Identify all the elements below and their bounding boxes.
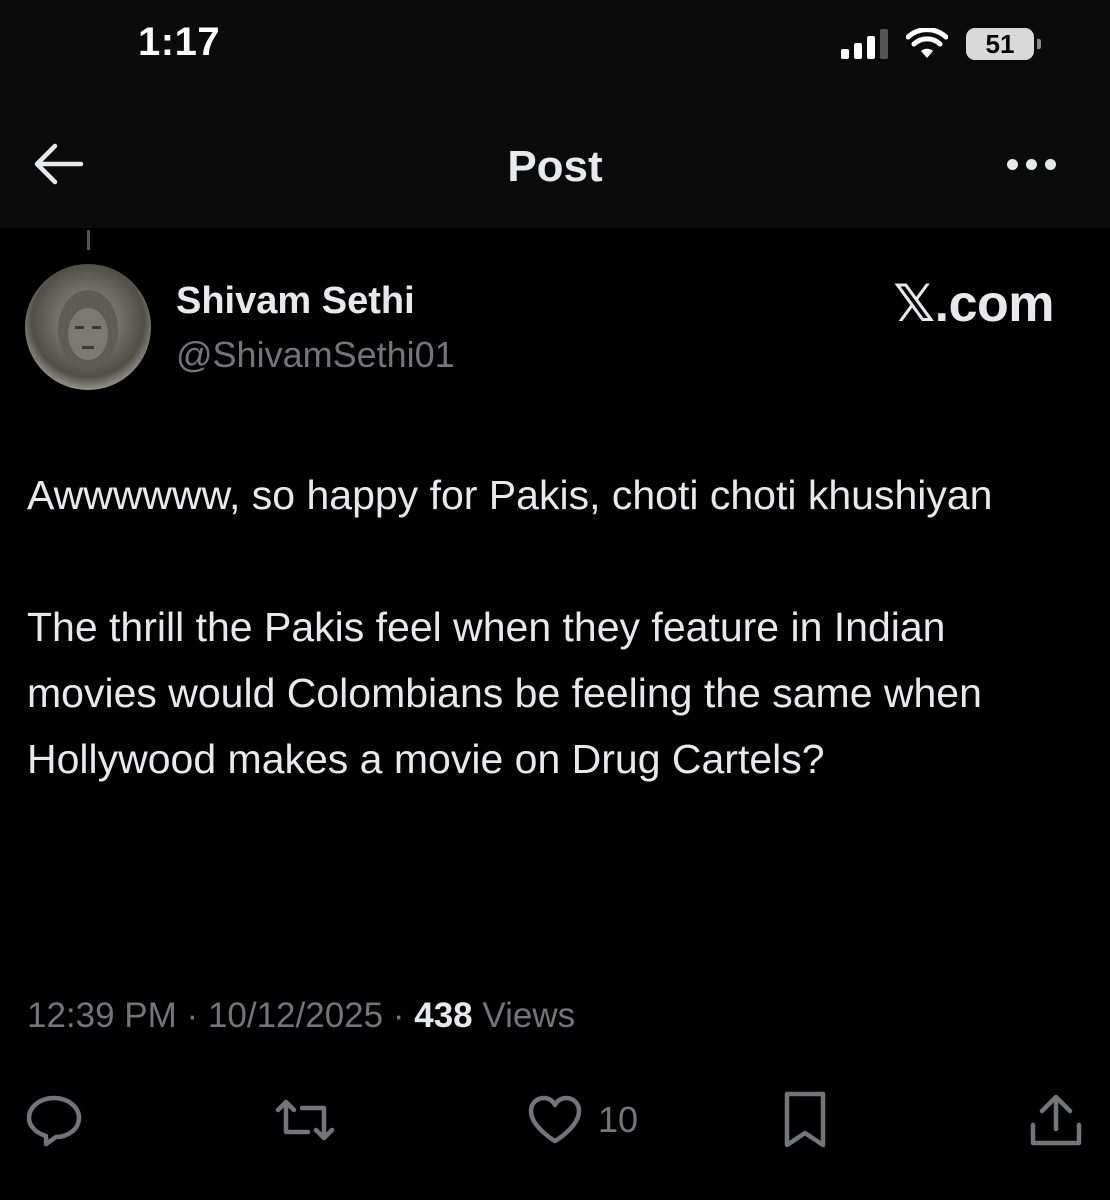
thread-line: [87, 230, 90, 250]
meta-separator: ·: [186, 996, 199, 1035]
author-handle[interactable]: @ShivamSethi01: [176, 334, 455, 376]
post-text: Awwwwww, so happy for Pakis, choti choti…: [27, 462, 1067, 792]
status-bar: 1:17 51: [0, 0, 1110, 100]
post-meta: 12:39 PM · 10/12/2025 · 438 Views: [27, 996, 575, 1036]
action-bar: 10: [0, 1080, 1110, 1160]
signal-icon: [841, 29, 888, 59]
avatar[interactable]: [25, 264, 151, 390]
status-time: 1:17: [138, 20, 221, 64]
meta-separator: ·: [392, 996, 405, 1035]
reply-button[interactable]: [24, 1080, 84, 1160]
repost-button[interactable]: [274, 1080, 336, 1160]
wifi-icon: [906, 28, 948, 58]
heart-icon: [528, 1095, 582, 1144]
views-label: Views: [482, 996, 576, 1035]
page-title: Post: [507, 142, 603, 191]
battery-icon: 51: [966, 28, 1041, 60]
post-date: 10/12/2025: [207, 996, 384, 1035]
post-paragraph: Awwwwww, so happy for Pakis, choti choti…: [27, 472, 993, 518]
share-icon: [1030, 1094, 1082, 1146]
views-count: 438: [414, 996, 473, 1035]
author-name[interactable]: Shivam Sethi: [176, 280, 415, 323]
x-watermark: 𝕏.com: [893, 275, 1054, 333]
like-button[interactable]: 10: [526, 1080, 638, 1160]
repost-icon: [275, 1099, 335, 1141]
battery-level: 51: [985, 28, 1015, 59]
post-header: Post: [0, 100, 1110, 228]
bookmark-icon: [784, 1091, 826, 1148]
avatar-image: [58, 290, 118, 370]
like-count: 10: [598, 1099, 639, 1140]
reply-icon: [26, 1095, 82, 1147]
post-page: 1:17 51 Post Shivam Sethi @ShivamSethi01…: [0, 0, 1110, 1200]
more-horizontal-icon: [1006, 158, 1018, 170]
bookmark-button[interactable]: [780, 1080, 830, 1160]
status-icons: 51: [841, 26, 1041, 62]
more-button[interactable]: [996, 144, 1066, 184]
post-paragraph: The thrill the Pakis feel when they feat…: [27, 604, 982, 782]
post-time: 12:39 PM: [27, 996, 177, 1035]
share-button[interactable]: [1028, 1080, 1084, 1160]
